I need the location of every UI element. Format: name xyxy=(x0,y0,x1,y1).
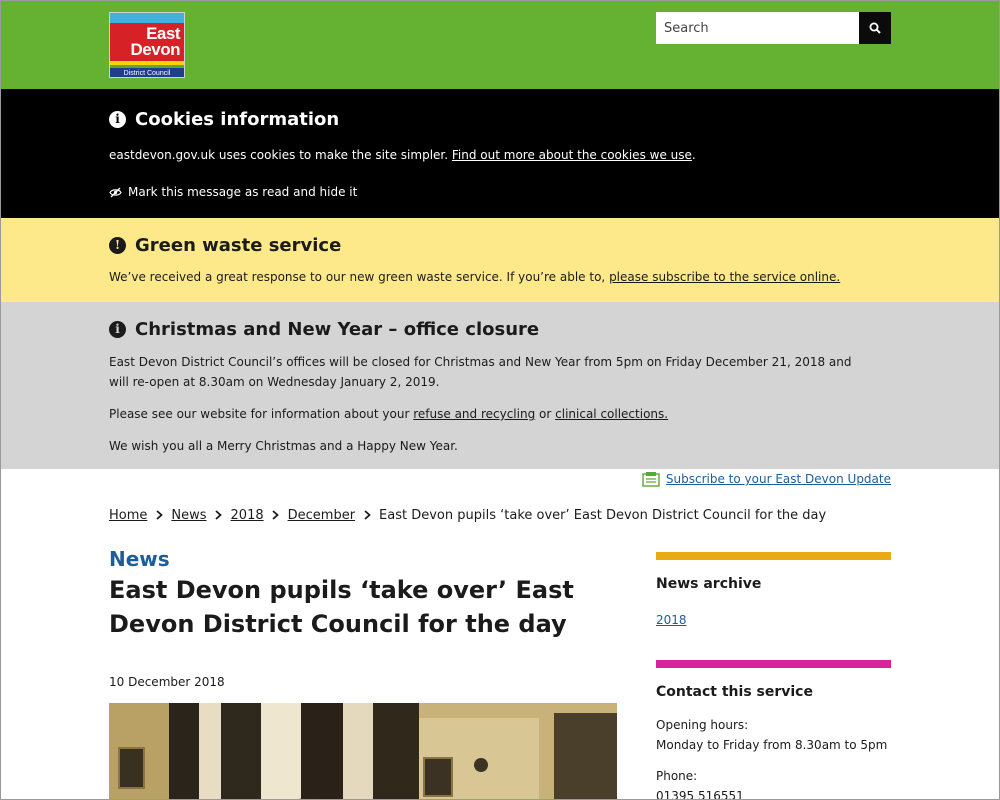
office-closure-links-text: Please see our website for information a… xyxy=(109,407,669,421)
exclamation-icon: ! xyxy=(109,236,126,254)
search-icon xyxy=(869,22,881,34)
breadcrumb-home[interactable]: Home xyxy=(109,508,147,523)
page-title: East Devon pupils ‘take over’ East Devon… xyxy=(109,576,574,638)
sidebar: News archive 2018 Contact this service O… xyxy=(656,552,891,800)
cookies-banner: i Cookies information eastdevon.gov.uk u… xyxy=(0,89,1000,218)
breadcrumb: Home News 2018 December East Devon pupil… xyxy=(109,505,826,525)
archive-link-2018[interactable]: 2018 xyxy=(656,613,687,627)
breadcrumb-current: East Devon pupils ‘take over’ East Devon… xyxy=(379,507,827,523)
office-closure-banner: i Christmas and New Year – office closur… xyxy=(0,302,1000,469)
logo-line-3: District Council xyxy=(123,70,171,77)
refuse-recycling-link[interactable]: refuse and recycling xyxy=(413,407,535,421)
east-devon-logo[interactable]: East Devon District Council xyxy=(109,12,185,78)
opening-hours-label: Opening hours: xyxy=(656,718,749,732)
office-closure-text: East Devon District Council’s offices wi… xyxy=(109,355,852,389)
contact-title: Contact this service xyxy=(656,684,813,700)
article-date: 10 December 2018 xyxy=(109,675,225,689)
cookies-policy-link[interactable]: Find out more about the cookies we use xyxy=(452,148,692,162)
newsletter-icon xyxy=(642,472,660,487)
logo-line-2: Devon xyxy=(130,40,181,59)
green-waste-banner: ! Green waste service We’ve received a g… xyxy=(0,218,1000,302)
archive-bar xyxy=(656,552,891,560)
eye-slash-icon xyxy=(109,187,122,197)
news-archive-title: News archive xyxy=(656,576,762,592)
mark-as-read-button[interactable]: Mark this message as read and hide it xyxy=(109,185,891,199)
cookies-text: eastdevon.gov.uk uses cookies to make th… xyxy=(109,148,696,162)
breadcrumb-december[interactable]: December xyxy=(288,508,355,523)
office-closure-greeting: We wish you all a Merry Christmas and a … xyxy=(109,439,458,453)
office-closure-title: i Christmas and New Year – office closur… xyxy=(109,316,891,342)
phone-label: Phone: xyxy=(656,769,698,783)
search-input[interactable] xyxy=(656,12,859,44)
contact-bar xyxy=(656,660,891,668)
chevron-right-icon xyxy=(154,509,164,521)
site-header: East Devon District Council xyxy=(0,0,1000,89)
info-icon: i xyxy=(109,320,126,338)
green-waste-subscribe-link[interactable]: please subscribe to the service online. xyxy=(609,270,840,284)
chevron-right-icon xyxy=(362,509,372,521)
section-label: News xyxy=(109,547,170,571)
breadcrumb-news[interactable]: News xyxy=(171,508,206,523)
green-waste-title: ! Green waste service xyxy=(109,232,891,258)
contact-block: Contact this service Opening hours: Mond… xyxy=(656,660,891,800)
article-photo-image xyxy=(109,703,617,800)
subscribe-update-link[interactable]: Subscribe to your East Devon Update xyxy=(666,472,891,486)
cookies-title: i Cookies information xyxy=(109,106,891,132)
chevron-right-icon xyxy=(214,509,224,521)
search-form xyxy=(656,12,891,44)
info-icon: i xyxy=(109,110,126,128)
phone-value: 01395 516551 xyxy=(656,789,744,800)
chevron-right-icon xyxy=(271,509,281,521)
breadcrumb-2018[interactable]: 2018 xyxy=(231,508,264,523)
article-photo xyxy=(109,703,617,800)
opening-hours-value: Monday to Friday from 8.30am to 5pm xyxy=(656,738,888,752)
green-waste-text: We’ve received a great response to our n… xyxy=(109,270,841,284)
article: News East Devon pupils ‘take over’ East … xyxy=(109,545,619,800)
clinical-collections-link[interactable]: clinical collections. xyxy=(555,407,668,421)
subscribe-update: Subscribe to your East Devon Update xyxy=(642,471,891,487)
search-button[interactable] xyxy=(859,12,891,44)
